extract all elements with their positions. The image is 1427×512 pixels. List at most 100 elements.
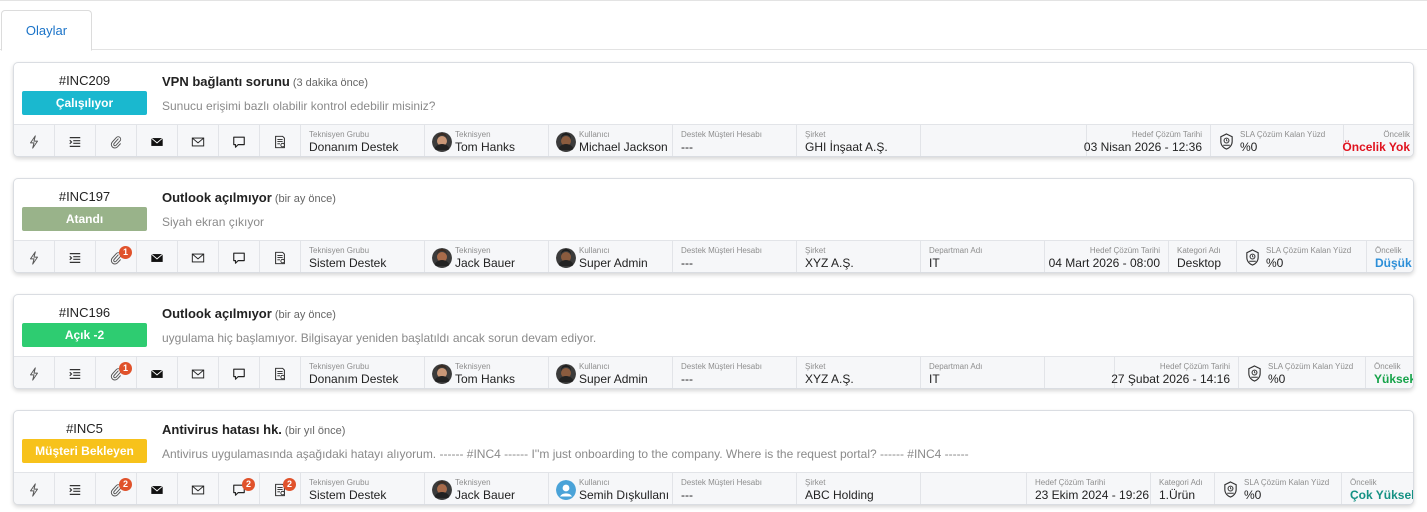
incident-title-line[interactable]: Outlook açılmıyor (bir ay önce) xyxy=(162,190,336,205)
list-button[interactable] xyxy=(55,473,96,504)
count-badge: 2 xyxy=(242,478,255,491)
tab-olaylar[interactable]: Olaylar xyxy=(1,10,92,51)
incident-card[interactable]: #INC209 Çalışılıyor VPN bağlantı sorunu (3 … xyxy=(13,62,1414,157)
field-label: Kullanıcı xyxy=(579,246,610,255)
envelope-filled-button[interactable] xyxy=(137,357,178,388)
paperclip-button[interactable]: 1 xyxy=(96,241,137,272)
incident-id[interactable]: #INC5 xyxy=(22,421,147,436)
incident-description: Antivirus uygulamasında aşağıdaki hatayı… xyxy=(162,447,969,461)
incident-title[interactable]: Outlook açılmıyor xyxy=(162,190,272,205)
field-label: Kategori Adı xyxy=(1159,478,1203,487)
field-value: IT xyxy=(929,256,940,270)
chat-icon xyxy=(232,135,246,149)
support-account-field: Destek Müşteri Hesabı --- xyxy=(673,473,797,504)
survey-button[interactable]: 2 xyxy=(260,473,301,504)
incident-summary: #INC197 Atandı Outlook açılmıyor (bir ay ön… xyxy=(14,179,1413,240)
field-value: XYZ A.Ş. xyxy=(805,256,854,270)
field-value[interactable]: Jack Bauer xyxy=(455,488,515,502)
field-value: 04 Mart 2026 - 08:00 xyxy=(1048,256,1160,270)
survey-button[interactable] xyxy=(260,125,301,156)
field-label: Kullanıcı xyxy=(579,362,610,371)
envelope-filled-icon xyxy=(150,483,164,497)
incident-title-line[interactable]: Outlook açılmıyor (bir ay önce) xyxy=(162,306,336,321)
envelope-outline-button[interactable] xyxy=(178,241,219,272)
field-label: Teknisyen Grubu xyxy=(309,246,370,255)
incident-title[interactable]: Outlook açılmıyor xyxy=(162,306,272,321)
envelope-filled-icon xyxy=(150,367,164,381)
paperclip-button[interactable] xyxy=(96,125,137,156)
empty-cell xyxy=(921,473,1027,504)
chat-button[interactable] xyxy=(219,125,260,156)
avatar xyxy=(432,364,452,384)
incident-age: (3 dakika önce) xyxy=(292,77,369,89)
field-label: Teknisyen Grubu xyxy=(309,478,370,487)
chat-button[interactable] xyxy=(219,241,260,272)
survey-icon xyxy=(273,251,287,265)
paperclip-icon xyxy=(109,135,123,149)
survey-button[interactable] xyxy=(260,241,301,272)
incident-id[interactable]: #INC197 xyxy=(22,189,147,204)
field-label: Öncelik xyxy=(1375,246,1402,255)
field-label: Hedef Çözüm Tarihi xyxy=(1159,362,1230,371)
field-value[interactable]: Jack Bauer xyxy=(455,256,515,270)
list-button[interactable] xyxy=(55,241,96,272)
incident-age: (bir ay önce) xyxy=(274,193,336,205)
incident-summary: #INC209 Çalışılıyor VPN bağlantı sorunu (3 … xyxy=(14,63,1413,124)
survey-button[interactable] xyxy=(260,357,301,388)
envelope-outline-button[interactable] xyxy=(178,125,219,156)
field-label: Destek Müşteri Hesabı xyxy=(681,478,762,487)
list-button[interactable] xyxy=(55,357,96,388)
field-label: Teknisyen Grubu xyxy=(309,362,370,371)
incident-title-line[interactable]: VPN bağlantı sorunu (3 dakika önce) xyxy=(162,74,368,89)
field-value: --- xyxy=(681,256,693,270)
envelope-filled-button[interactable] xyxy=(137,241,178,272)
status-badge: Çalışılıyor xyxy=(22,91,147,115)
incident-card[interactable]: #INC197 Atandı Outlook açılmıyor (bir ay ön… xyxy=(13,178,1414,273)
field-label: Şirket xyxy=(805,478,826,487)
field-label: Departman Adı xyxy=(929,362,983,371)
field-value[interactable]: Super Admin xyxy=(579,372,648,386)
lightning-button[interactable] xyxy=(14,125,55,156)
field-value[interactable]: Tom Hanks xyxy=(455,372,515,386)
field-value: 03 Nisan 2026 - 12:36 xyxy=(1083,140,1202,154)
incident-id[interactable]: #INC209 xyxy=(22,73,147,88)
field-value: --- xyxy=(681,372,693,386)
chat-button[interactable]: 2 xyxy=(219,473,260,504)
field-value[interactable]: Michael Jackson xyxy=(579,140,668,154)
count-badge: 1 xyxy=(119,246,132,259)
company-field: Şirket XYZ A.Ş. xyxy=(797,357,921,388)
list-icon xyxy=(68,483,82,497)
field-value: --- xyxy=(681,140,693,154)
incident-title-line[interactable]: Antivirus hatası hk. (bir yıl önce) xyxy=(162,422,345,437)
list-button[interactable] xyxy=(55,125,96,156)
paperclip-button[interactable]: 1 xyxy=(96,357,137,388)
incident-card[interactable]: #INC196 Açık -2 Outlook açılmıyor (bir ay ö… xyxy=(13,294,1414,389)
envelope-outline-button[interactable] xyxy=(178,357,219,388)
lightning-button[interactable] xyxy=(14,473,55,504)
incident-id[interactable]: #INC196 xyxy=(22,305,147,320)
envelope-filled-button[interactable] xyxy=(137,125,178,156)
incident-title[interactable]: Antivirus hatası hk. xyxy=(162,422,282,437)
envelope-outline-button[interactable] xyxy=(178,473,219,504)
target-date-field: Hedef Çözüm Tarihi 04 Mart 2026 - 08:00 xyxy=(1045,241,1169,272)
chat-button[interactable] xyxy=(219,357,260,388)
lightning-icon xyxy=(27,366,41,381)
support-account-field: Destek Müşteri Hesabı --- xyxy=(673,357,797,388)
envelope-outline-icon xyxy=(191,483,205,497)
avatar xyxy=(432,248,452,268)
sla-shield-icon xyxy=(1246,365,1263,382)
lightning-button[interactable] xyxy=(14,357,55,388)
field-label: Şirket xyxy=(805,246,826,255)
paperclip-button[interactable]: 2 xyxy=(96,473,137,504)
incident-card[interactable]: #INC5 Müşteri Bekleyen Antivirus hatası hk… xyxy=(13,410,1414,505)
field-label: SLA Çözüm Kalan Yüzd xyxy=(1266,246,1352,255)
lightning-button[interactable] xyxy=(14,241,55,272)
count-badge: 2 xyxy=(283,478,296,491)
field-label: Öncelik xyxy=(1374,362,1401,371)
technician-group-field: Teknisyen Grubu Sistem Destek xyxy=(301,473,425,504)
field-value[interactable]: Semih Dışkullanı xyxy=(579,488,669,502)
incident-title[interactable]: VPN bağlantı sorunu xyxy=(162,74,290,89)
field-value[interactable]: Super Admin xyxy=(579,256,648,270)
field-value[interactable]: Tom Hanks xyxy=(455,140,515,154)
envelope-filled-button[interactable] xyxy=(137,473,178,504)
